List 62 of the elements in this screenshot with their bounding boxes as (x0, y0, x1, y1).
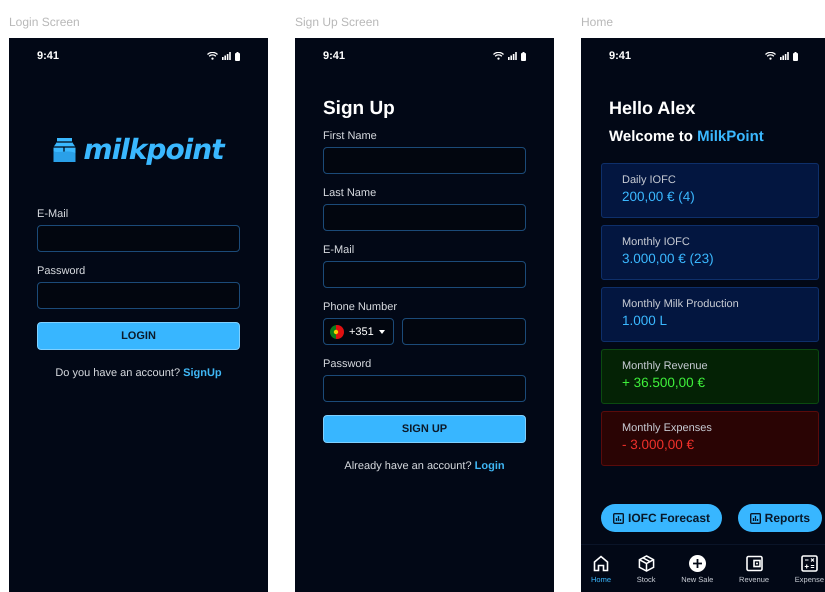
field-label: E-Mail (37, 208, 70, 220)
calculator-icon (800, 555, 818, 572)
screen-title: Sign Up (323, 98, 396, 120)
wifi-icon (493, 52, 504, 60)
card-value: 1.000 L (622, 313, 668, 328)
milk-carton-icon (53, 138, 76, 162)
country-code-select[interactable]: +351 (323, 318, 394, 345)
battery-icon (235, 52, 240, 60)
card-value: 200,00 € (4) (622, 189, 696, 204)
battery-icon (521, 52, 526, 60)
screen-caption: Home (581, 14, 614, 31)
card-value: - 3.000,00 € (622, 437, 696, 452)
logo-text: milkpoint (83, 133, 224, 166)
input-field[interactable] (323, 261, 526, 288)
login-link[interactable]: Login (474, 460, 505, 472)
card-label: Monthly Revenue (622, 360, 709, 372)
action-button[interactable]: IOFC Forecast (601, 504, 722, 532)
wifi-icon (207, 52, 218, 60)
input-field[interactable] (323, 375, 526, 402)
signal-icon (222, 52, 231, 60)
card-value: 3.000,00 € (23) (622, 251, 715, 266)
chart-icon (613, 512, 624, 524)
field-label: Password (323, 358, 372, 370)
login-prompt: Already have an account? Login (343, 460, 506, 472)
caret-icon (378, 330, 385, 334)
action-button[interactable]: Reports (738, 504, 822, 532)
flag-icon (330, 324, 344, 338)
card-label: Monthly Milk Production (622, 298, 740, 310)
greeting: Hello Alex (608, 98, 696, 119)
input-field[interactable] (37, 282, 240, 309)
field-label: Last Name (323, 187, 378, 199)
plus-circle-icon (688, 555, 707, 572)
battery-icon (793, 52, 798, 60)
signup-button[interactable]: SIGN UP (323, 415, 526, 443)
cube-icon (638, 555, 655, 572)
signal-icon (508, 52, 517, 60)
input-field[interactable] (37, 225, 240, 252)
status-time: 9:41 (323, 50, 346, 62)
field-label: First Name (323, 130, 378, 142)
signup-prompt: Do you have an account? SignUp (54, 367, 223, 379)
status-time: 9:41 (37, 50, 60, 62)
welcome-text: Welcome to MilkPoint (608, 128, 765, 145)
signal-icon (780, 52, 789, 60)
card-value: + 36.500,00 € (622, 375, 706, 390)
card-label: Monthly IOFC (622, 236, 691, 248)
field-label: Phone Number (323, 301, 398, 313)
input-field[interactable] (323, 204, 526, 231)
status-time: 9:41 (609, 50, 632, 62)
field-label: E-Mail (323, 244, 356, 256)
card-label: Monthly Expenses (622, 422, 713, 434)
wifi-icon (765, 52, 776, 60)
screen-caption: Login Screen (9, 14, 81, 31)
login-button[interactable]: LOGIN (37, 322, 240, 350)
home-icon (593, 555, 609, 572)
screen-caption: Sign Up Screen (295, 14, 380, 31)
card-label: Daily IOFC (622, 174, 677, 186)
input-field[interactable] (323, 147, 526, 174)
input-field[interactable] (402, 318, 526, 345)
wallet-icon (746, 555, 763, 572)
chart-icon (750, 512, 761, 524)
signup-link[interactable]: SignUp (183, 367, 222, 379)
field-label: Password (37, 265, 86, 277)
